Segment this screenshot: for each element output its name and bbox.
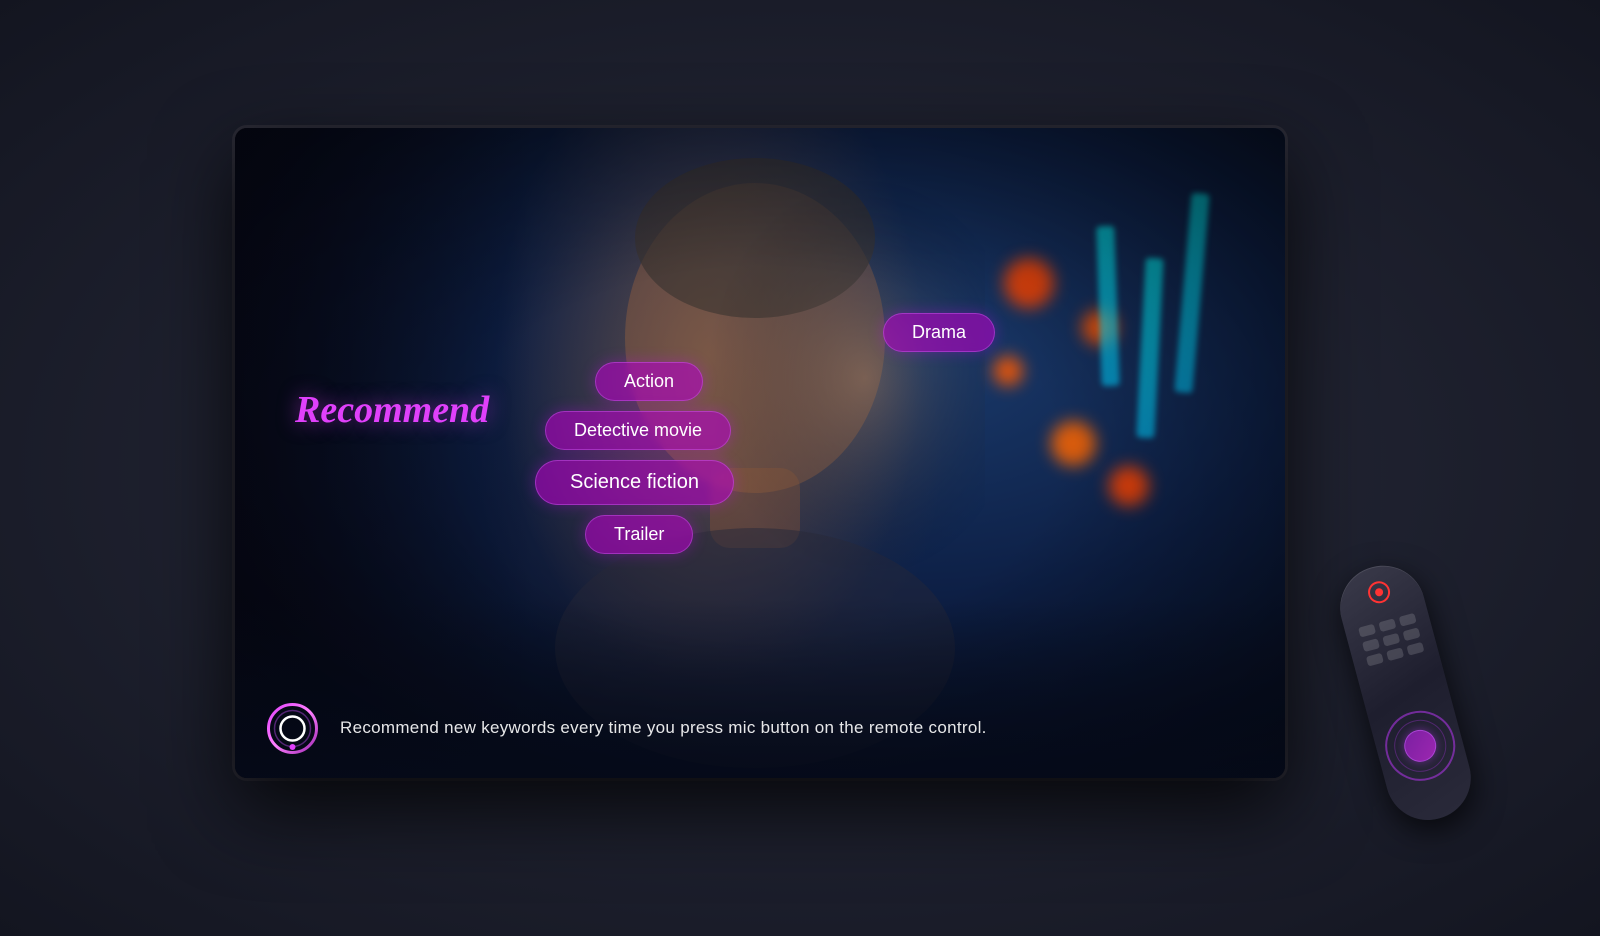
chip-detective-movie[interactable]: Detective movie bbox=[545, 411, 731, 450]
page-wrapper: Recommend Drama Action Detective movie S… bbox=[0, 0, 1600, 936]
remote-btn-8[interactable] bbox=[1386, 647, 1404, 661]
remote-btn-7[interactable] bbox=[1366, 653, 1384, 667]
chip-trailer[interactable]: Trailer bbox=[585, 515, 693, 554]
remote-btn-1[interactable] bbox=[1358, 624, 1376, 638]
chip-row-scifi: Science fiction bbox=[535, 460, 1035, 505]
remote-btn-4[interactable] bbox=[1362, 638, 1380, 652]
chip-row-trailer: Trailer bbox=[535, 515, 1035, 554]
dpad-center-button[interactable] bbox=[1400, 726, 1439, 765]
chip-science-fiction[interactable]: Science fiction bbox=[535, 460, 734, 505]
chip-drama[interactable]: Drama bbox=[883, 313, 995, 352]
ui-layer: Recommend Drama Action Detective movie S… bbox=[235, 128, 1285, 778]
remote-control bbox=[1311, 539, 1558, 892]
chip-row-action: Action bbox=[535, 362, 1035, 401]
voice-mic-icon bbox=[265, 701, 320, 756]
recommend-title: Recommend bbox=[295, 388, 489, 432]
chip-action[interactable]: Action bbox=[595, 362, 703, 401]
tv-screen: Recommend Drama Action Detective movie S… bbox=[235, 128, 1285, 778]
remote-btn-9[interactable] bbox=[1406, 642, 1424, 656]
remote-btn-3[interactable] bbox=[1399, 613, 1417, 627]
dpad-outer-ring bbox=[1377, 703, 1463, 789]
remote-buttons-area bbox=[1355, 612, 1429, 672]
tv-frame: Recommend Drama Action Detective movie S… bbox=[235, 128, 1285, 778]
remote-body bbox=[1331, 556, 1480, 829]
remote-dpad[interactable] bbox=[1377, 703, 1463, 789]
remote-power-button[interactable] bbox=[1365, 579, 1392, 606]
bottom-bar: Recommend new keywords every time you pr… bbox=[235, 678, 1285, 778]
remote-btn-6[interactable] bbox=[1403, 627, 1421, 641]
remote-btn-2[interactable] bbox=[1378, 618, 1396, 632]
chip-row-drama: Drama bbox=[535, 313, 1035, 352]
genre-chips-container: Drama Action Detective movie Science fic… bbox=[535, 313, 1035, 564]
remote-btn-5[interactable] bbox=[1382, 633, 1400, 647]
bottom-instruction-text: Recommend new keywords every time you pr… bbox=[340, 718, 987, 738]
chip-row-detective: Detective movie bbox=[535, 411, 1035, 450]
